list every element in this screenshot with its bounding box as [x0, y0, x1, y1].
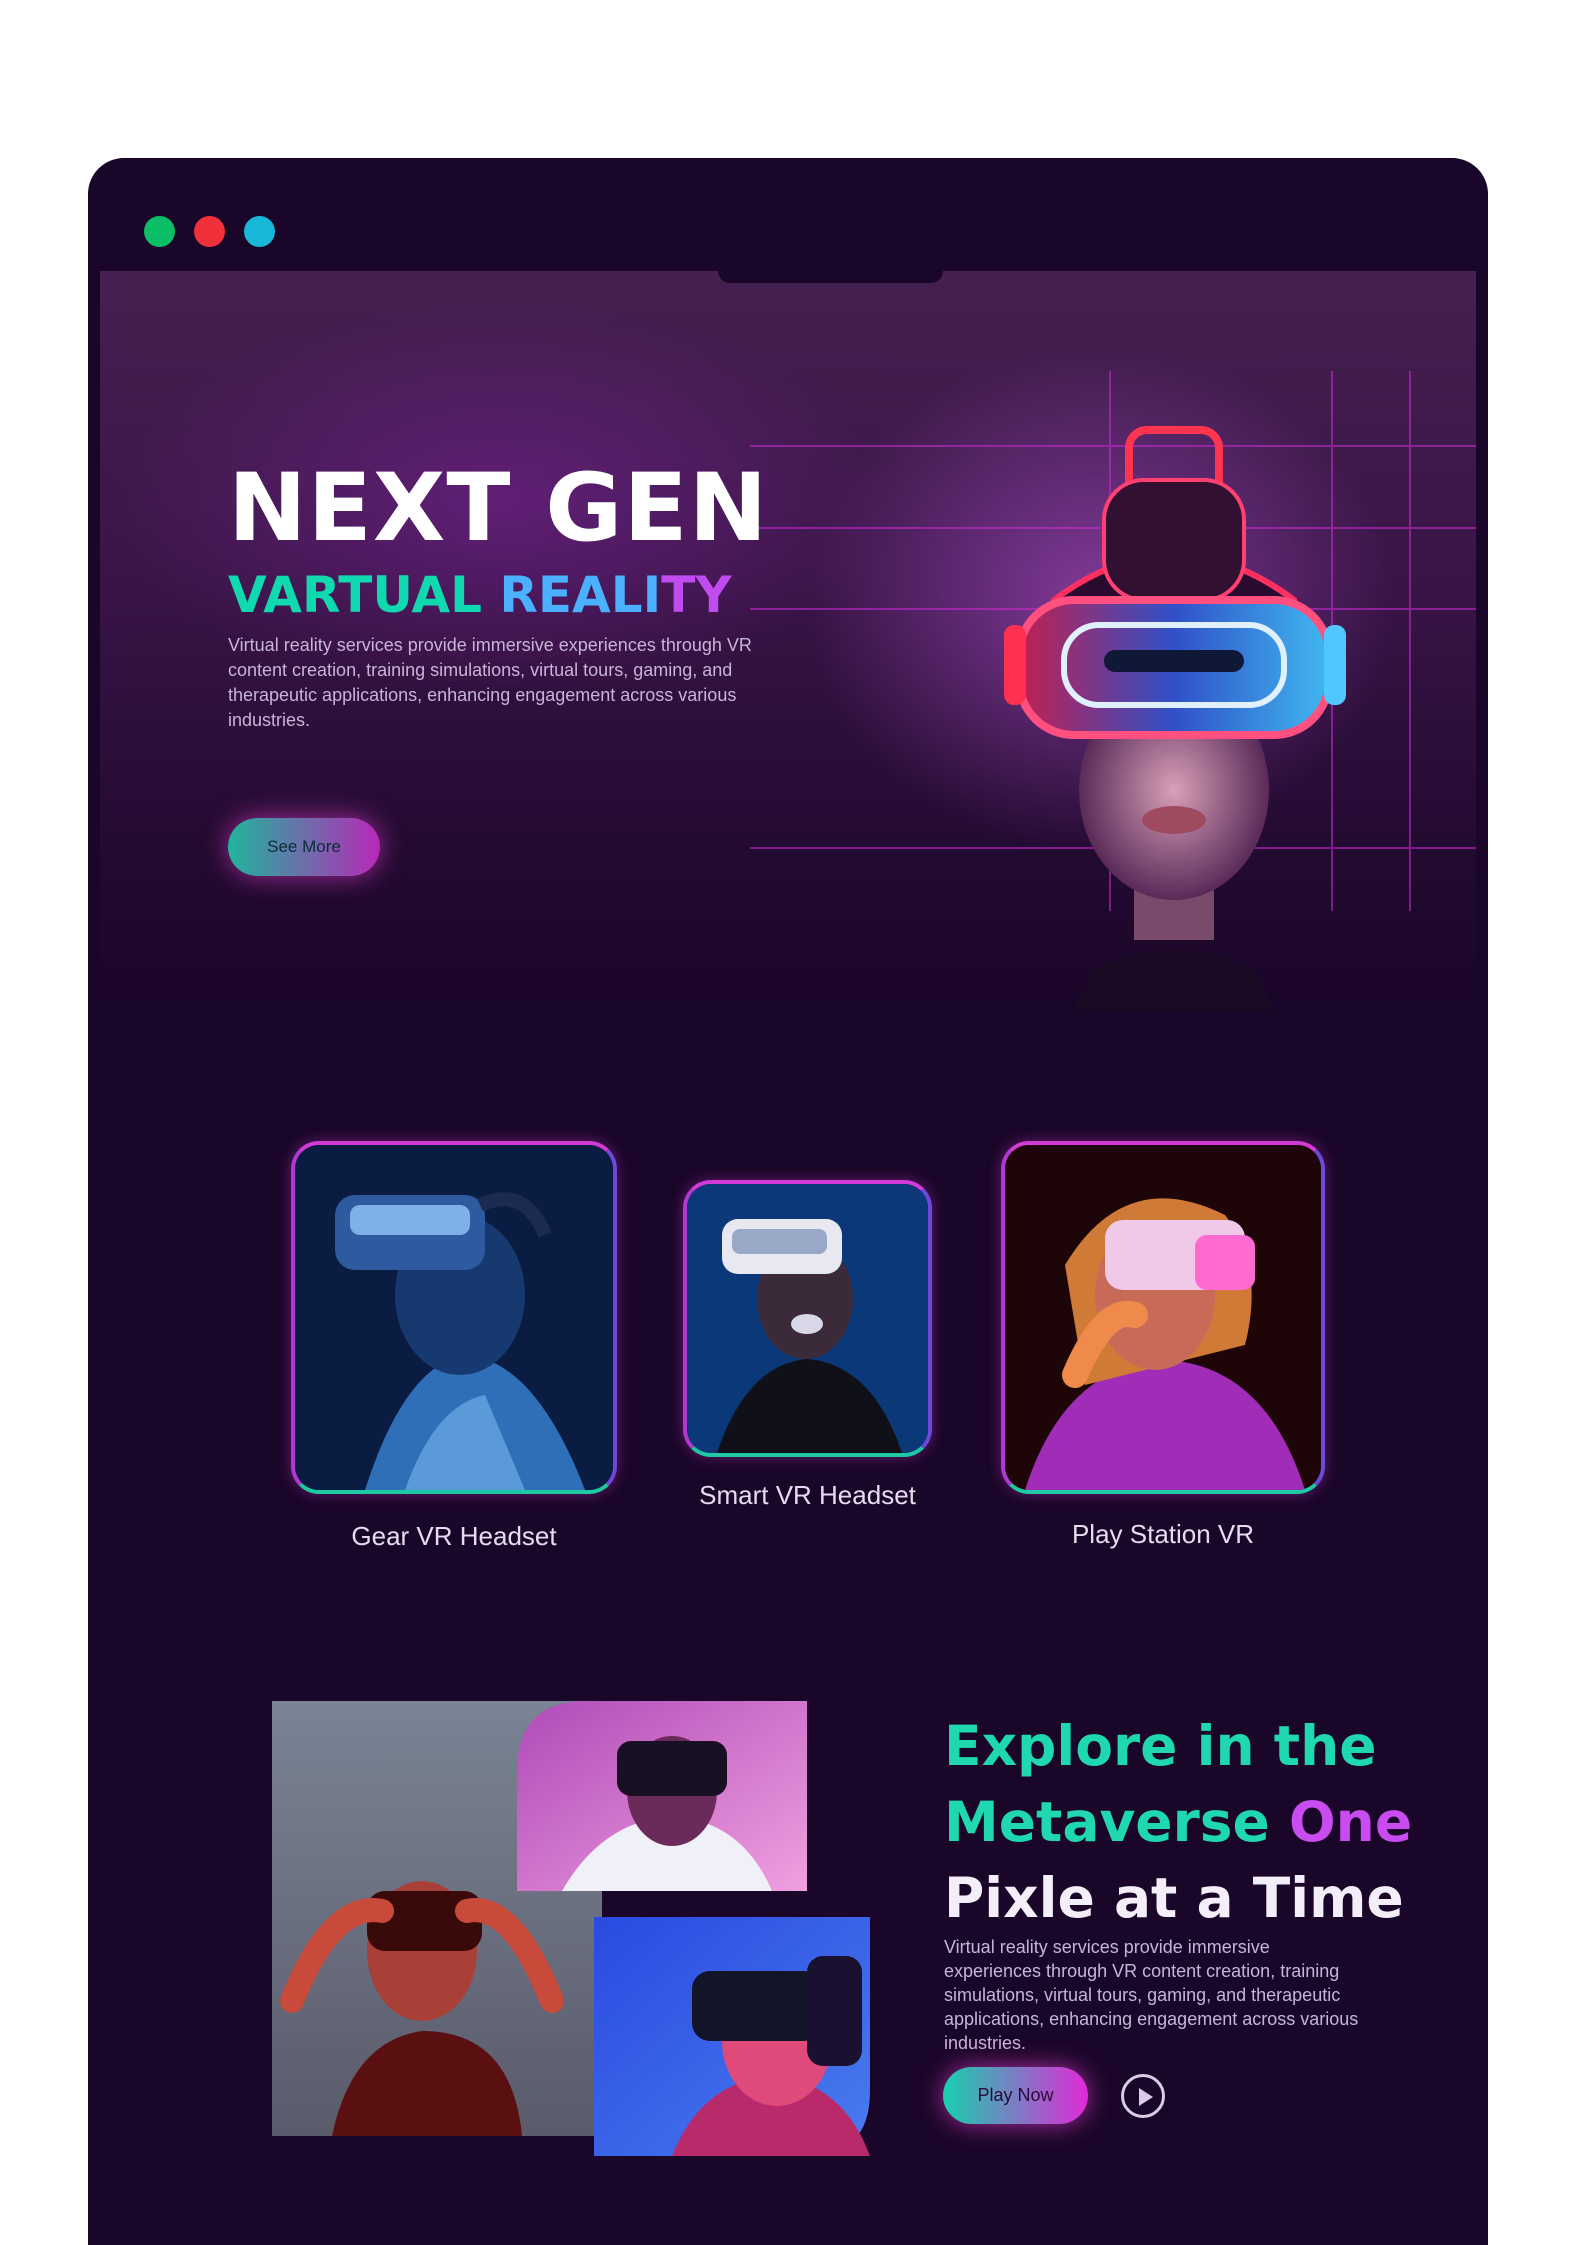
- play-video-button[interactable]: [1121, 2074, 1165, 2118]
- window-dot-green[interactable]: [144, 216, 175, 247]
- product-card-playstation-vr[interactable]: [1001, 1141, 1325, 1494]
- window-dot-cyan[interactable]: [244, 216, 275, 247]
- see-more-button[interactable]: See More: [228, 818, 380, 876]
- gear-vr-person-image: [295, 1145, 613, 1490]
- explore-heading-line2a: Metaverse: [944, 1790, 1289, 1854]
- explore-heading-line3: Pixle at a Time: [944, 1866, 1404, 1930]
- playstation-vr-person-image: [1005, 1145, 1321, 1490]
- vr-headset-person-image: [1004, 426, 1346, 1010]
- metaverse-collage-image: [272, 1701, 870, 2156]
- smart-vr-person-image: [687, 1184, 928, 1453]
- window-controls: [144, 216, 275, 247]
- window-dot-red[interactable]: [194, 216, 225, 247]
- window-notch: [718, 271, 943, 283]
- product-label-smart-vr: Smart VR Headset: [699, 1480, 916, 1510]
- hero-subtitle-part1: VARTUAL: [228, 566, 500, 624]
- hero-description: Virtual reality services provide immersi…: [228, 635, 752, 730]
- hero-subtitle-part3: TY: [661, 566, 732, 624]
- hero-title: NEXT GEN: [228, 454, 769, 563]
- product-card-smart-vr[interactable]: [683, 1180, 932, 1457]
- explore-heading-line1: Explore in the: [944, 1714, 1377, 1778]
- hero-subtitle: VARTUAL REALITY: [228, 570, 732, 620]
- explore-heading: Explore in the Metaverse One Pixle at a …: [944, 1708, 1412, 1936]
- play-now-button[interactable]: Play Now: [943, 2067, 1088, 2124]
- product-card-gear-vr[interactable]: [291, 1141, 617, 1494]
- product-label-playstation-vr: Play Station VR: [1071, 1519, 1255, 1549]
- explore-heading-line2b: One: [1288, 1790, 1413, 1854]
- play-icon: [1139, 2088, 1153, 2106]
- hero-subtitle-part2: REALI: [499, 566, 662, 624]
- product-label-gear-vr: Gear VR Headset: [351, 1521, 557, 1551]
- explore-description: Virtual reality services provide immersi…: [944, 1937, 1359, 2053]
